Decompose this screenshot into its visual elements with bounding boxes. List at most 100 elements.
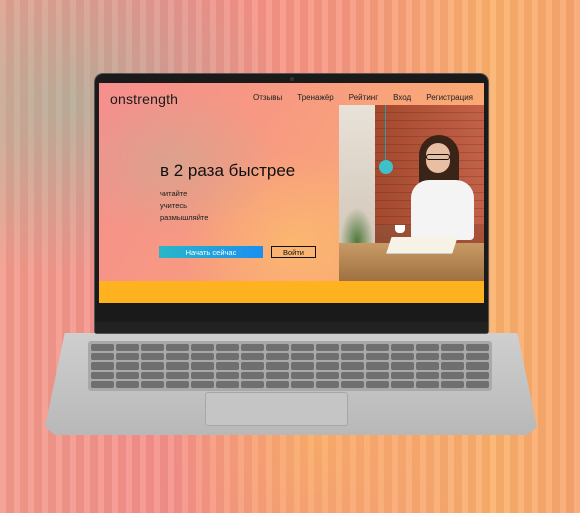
webcam-icon (289, 77, 294, 81)
accent-stripe (99, 281, 484, 303)
cup-icon (395, 225, 405, 233)
keyboard-key (191, 371, 214, 379)
nav-item-register[interactable]: Регистрация (426, 93, 473, 102)
keyboard-key (166, 371, 189, 379)
keyboard-key (116, 353, 139, 361)
keyboard-key (416, 371, 439, 379)
laptop-hinge (95, 322, 488, 333)
keyboard-key (166, 353, 189, 361)
keyboard-key (116, 371, 139, 379)
hero-line-learn: учитесь (160, 201, 188, 210)
laptop-screen: onstrength Отзывы Тренажёр Рейтинг Вход … (99, 83, 484, 303)
hero-photo (339, 105, 484, 281)
keyboard-key (366, 353, 389, 361)
book-icon (386, 237, 458, 253)
touchpad (205, 392, 348, 426)
keyboard-key (366, 344, 389, 352)
nav-item-login[interactable]: Вход (393, 93, 411, 102)
keyboard-key (466, 344, 489, 352)
keyboard-key (291, 362, 314, 370)
keyboard-key (441, 380, 464, 388)
keyboard-key (91, 353, 114, 361)
keyboard-key (266, 353, 289, 361)
keyboard-key (141, 380, 164, 388)
keyboard-key (141, 371, 164, 379)
keyboard-key (166, 380, 189, 388)
keyboard-key (266, 344, 289, 352)
keyboard-key (216, 362, 239, 370)
keyboard-key (241, 344, 264, 352)
site-nav: onstrength Отзывы Тренажёр Рейтинг Вход … (99, 83, 484, 113)
keyboard-key (391, 353, 414, 361)
keyboard-key (266, 380, 289, 388)
keyboard-key (266, 371, 289, 379)
keyboard-key (266, 362, 289, 370)
keyboard-key (291, 380, 314, 388)
keyboard-key (466, 371, 489, 379)
keyboard-key (191, 362, 214, 370)
keyboard-key (241, 362, 264, 370)
keyboard-key (316, 380, 339, 388)
keyboard-key (366, 362, 389, 370)
keyboard-key (341, 371, 364, 379)
keyboard-key (91, 380, 114, 388)
keyboard-key (141, 353, 164, 361)
keyboard-key (141, 344, 164, 352)
keyboard-key (166, 344, 189, 352)
keyboard-key (191, 380, 214, 388)
keyboard-key (316, 371, 339, 379)
keyboard-key (466, 362, 489, 370)
nav-item-trainer[interactable]: Тренажёр (297, 93, 333, 102)
keyboard-key (341, 353, 364, 361)
keyboard-key (116, 362, 139, 370)
keyboard-key (391, 344, 414, 352)
keyboard-key (166, 362, 189, 370)
keyboard-key (91, 344, 114, 352)
keyboard-key (216, 380, 239, 388)
hero-line-think: размышляйте (160, 213, 209, 222)
keyboard-key (441, 344, 464, 352)
keyboard-key (291, 353, 314, 361)
keyboard-key (366, 380, 389, 388)
hero-line-read: читайте (160, 189, 188, 198)
keyboard-key (241, 371, 264, 379)
keyboard-key (316, 353, 339, 361)
keyboard-key (391, 380, 414, 388)
keyboard-key (416, 362, 439, 370)
laptop-lid: onstrength Отзывы Тренажёр Рейтинг Вход … (95, 74, 488, 333)
keyboard-key (441, 362, 464, 370)
keyboard-key (316, 362, 339, 370)
keyboard-key (466, 380, 489, 388)
keyboard-key (191, 344, 214, 352)
keyboard-key (91, 362, 114, 370)
keyboard-key (116, 344, 139, 352)
keyboard (88, 341, 492, 391)
keyboard-key (216, 344, 239, 352)
keyboard-key (291, 344, 314, 352)
keyboard-key (341, 362, 364, 370)
keyboard-key (116, 380, 139, 388)
login-button[interactable]: Войти (271, 246, 316, 258)
nav-menu: Отзывы Тренажёр Рейтинг Вход Регистрация (253, 93, 484, 102)
keyboard-key (391, 371, 414, 379)
keyboard-key (141, 362, 164, 370)
keyboard-key (241, 353, 264, 361)
keyboard-key (416, 380, 439, 388)
hero-headline: в 2 раза быстрее (160, 161, 296, 180)
keyboard-key (366, 371, 389, 379)
keyboard-key (241, 380, 264, 388)
keyboard-key (91, 371, 114, 379)
keyboard-key (441, 353, 464, 361)
keyboard-key (216, 371, 239, 379)
nav-item-reviews[interactable]: Отзывы (253, 93, 282, 102)
keyboard-key (416, 344, 439, 352)
keyboard-key (416, 353, 439, 361)
keyboard-key (391, 362, 414, 370)
keyboard-key (216, 353, 239, 361)
keyboard-key (291, 371, 314, 379)
keyboard-key (441, 371, 464, 379)
start-now-button[interactable]: Начать сейчас (159, 246, 263, 258)
site-logo[interactable]: onstrength (110, 91, 178, 107)
nav-item-rating[interactable]: Рейтинг (349, 93, 378, 102)
keyboard-key (341, 344, 364, 352)
